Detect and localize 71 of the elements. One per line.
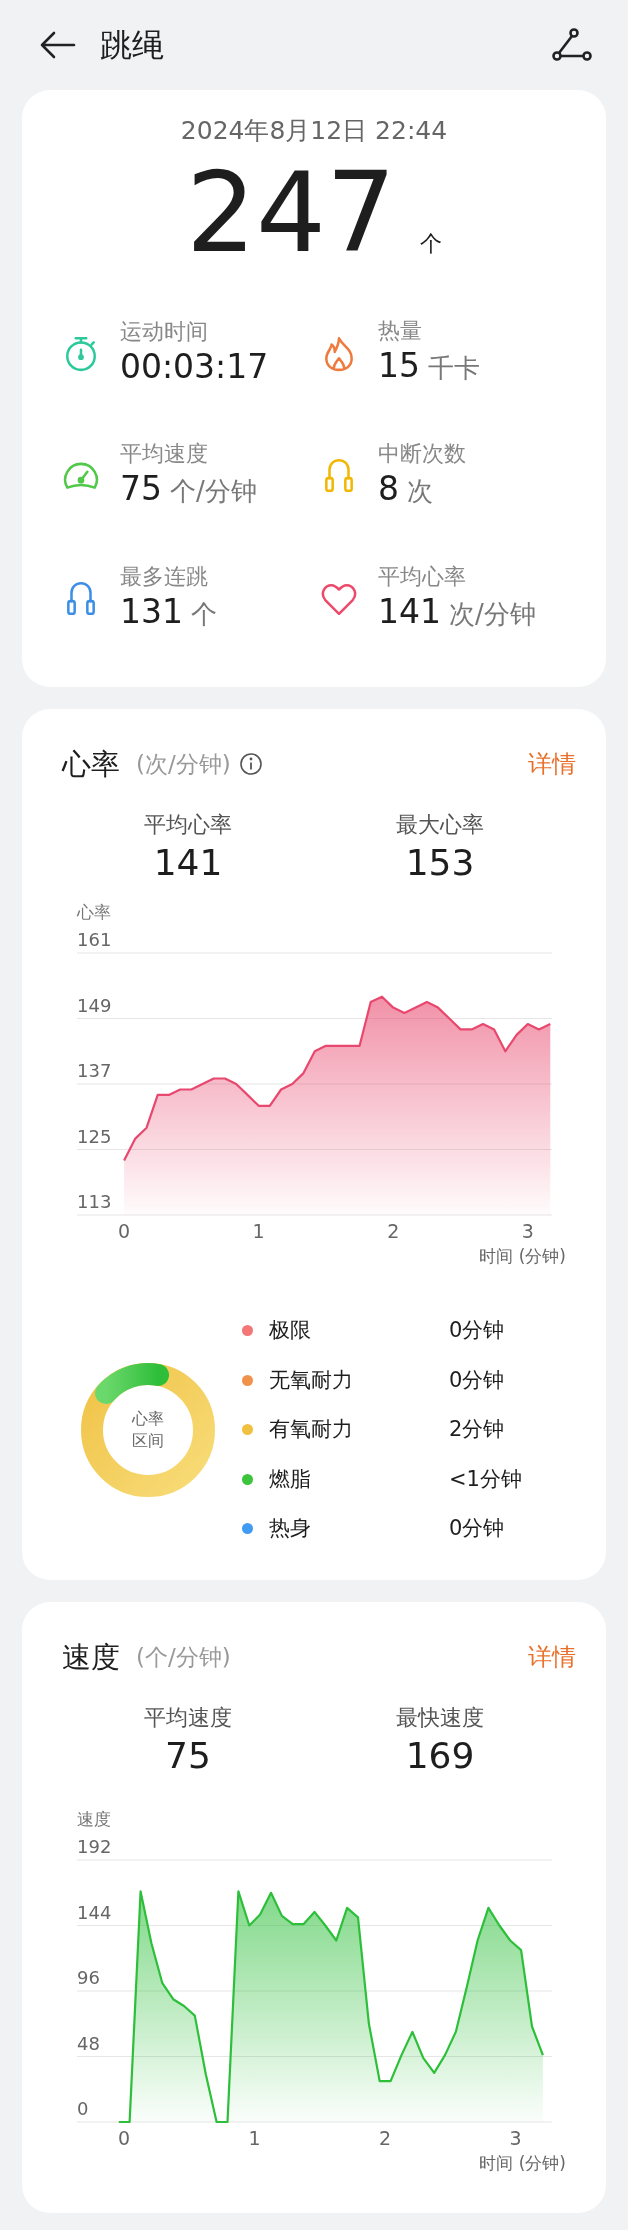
axis-tick-label: 1 xyxy=(252,1220,265,1243)
axis-tick-label: 2 xyxy=(387,1220,400,1243)
axis-tick-label: 2 xyxy=(378,2127,391,2150)
zone-duration: 2分钟 xyxy=(449,1416,505,1444)
stat-label: 平均速度 xyxy=(120,441,209,468)
metric-value: 75 xyxy=(164,1734,212,1778)
axis-tick-label: 161 xyxy=(77,929,112,951)
stat-label: 平均心率 xyxy=(378,564,467,591)
stat-label: 热量 xyxy=(378,318,423,345)
stat-value: 15 xyxy=(378,344,420,386)
axis-title: 心率 xyxy=(77,902,111,923)
zone-duration: <1分钟 xyxy=(449,1465,522,1493)
ring-label: 心率区间 xyxy=(131,1408,165,1452)
metric-label: 平均速度 xyxy=(143,1704,233,1733)
stat-value: 131 xyxy=(120,590,183,632)
axis-tick-label: 192 xyxy=(77,1836,112,1858)
axis-tick-label: 3 xyxy=(509,2127,522,2150)
metric-label: 平均心率 xyxy=(143,811,233,839)
stat-unit: 千卡 xyxy=(428,351,480,385)
section-title: 速度 xyxy=(62,1638,120,1676)
zone-duration: 0分钟 xyxy=(449,1515,505,1543)
stat-unit: 次/分钟 xyxy=(449,597,536,631)
zone-duration: 0分钟 xyxy=(449,1317,505,1345)
axis-tick-label: 1 xyxy=(248,2127,261,2150)
metric-label: 最快速度 xyxy=(395,1704,485,1733)
count-unit: 个 xyxy=(420,229,442,258)
back-icon[interactable] xyxy=(40,31,76,59)
section-title: 心率 xyxy=(62,745,120,783)
unit-label: (次/分钟) xyxy=(136,750,231,779)
stat-value: 75 xyxy=(120,467,162,509)
route-icon[interactable] xyxy=(552,28,592,62)
axis-tick-label: 0 xyxy=(77,2098,89,2120)
details-link[interactable]: 详情 xyxy=(528,1639,576,1676)
axis-tick-label: 48 xyxy=(77,2032,100,2054)
zone-name: 极限 xyxy=(269,1317,312,1345)
axis-tick-label: 96 xyxy=(77,1967,100,1989)
unit-label: (个/分钟) xyxy=(136,1643,231,1673)
zone-name: 有氧耐力 xyxy=(269,1416,354,1444)
date-time: 2024年8月12日 22:44 xyxy=(179,115,449,147)
axis-tick-label: 149 xyxy=(77,994,112,1016)
stat-label: 运动时间 xyxy=(120,319,209,346)
axis-title: 速度 xyxy=(77,1809,111,1830)
axis-tick-label: 3 xyxy=(521,1220,534,1243)
stat-unit: 次 xyxy=(407,474,433,508)
metric-value: 141 xyxy=(152,841,224,885)
stat-value: 00:03:17 xyxy=(120,345,269,387)
axis-tick-label: 0 xyxy=(118,1220,131,1243)
jump-count: 247 xyxy=(186,157,396,268)
metric-label: 最大心率 xyxy=(395,811,485,839)
zone-name: 热身 xyxy=(269,1515,312,1543)
zone-duration: 0分钟 xyxy=(449,1366,505,1394)
metric-value: 153 xyxy=(404,841,476,885)
axis-title: 时间 (分钟) xyxy=(479,2153,566,2174)
stat-value: 141 xyxy=(378,590,441,632)
metric-value: 169 xyxy=(404,1734,476,1778)
stat-value: 8 xyxy=(378,467,399,509)
info-icon[interactable] xyxy=(238,752,263,777)
axis-tick-label: 144 xyxy=(77,1901,112,1923)
axis-tick-label: 137 xyxy=(77,1060,112,1082)
axis-tick-label: 0 xyxy=(117,2127,130,2150)
stat-unit: 个 xyxy=(191,597,217,631)
stat-label: 最多连跳 xyxy=(120,564,209,591)
zone-name: 无氧耐力 xyxy=(269,1366,354,1394)
details-link[interactable]: 详情 xyxy=(528,746,576,783)
stat-unit: 个/分钟 xyxy=(170,474,257,508)
stat-label: 中断次数 xyxy=(378,441,466,468)
page-title: 跳绳 xyxy=(100,25,164,66)
zone-name: 燃脂 xyxy=(269,1465,312,1493)
axis-tick-label: 113 xyxy=(77,1191,112,1213)
axis-title: 时间 (分钟) xyxy=(479,1246,566,1267)
axis-tick-label: 125 xyxy=(77,1125,112,1147)
